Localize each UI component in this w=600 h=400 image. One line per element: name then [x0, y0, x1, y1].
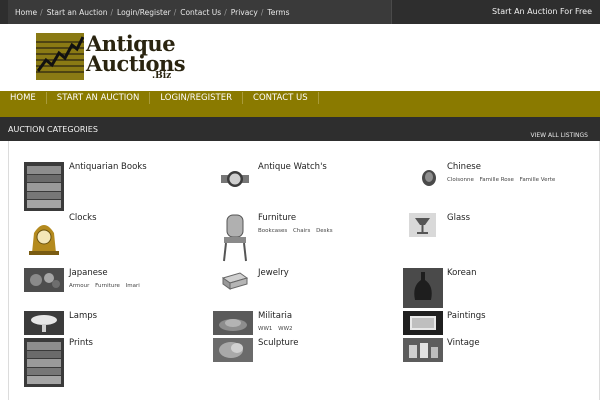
top-link-start-auction[interactable]: Start an Auction	[47, 8, 108, 17]
subcategory-link[interactable]: Furniture	[95, 283, 120, 289]
jewelry-icon	[220, 268, 250, 292]
start-auction-free-link[interactable]: Start An Auction For Free	[492, 0, 592, 24]
subcategory-link[interactable]: Famille Rose	[480, 177, 514, 183]
main-nav: HOME START AN AUCTION LOGIN/REGISTER CON…	[0, 91, 600, 117]
separator: /	[260, 7, 264, 17]
subcategory-link[interactable]: Desks	[316, 228, 333, 234]
nav-start-auction[interactable]: START AN AUCTION	[47, 92, 151, 104]
nav-contact-us[interactable]: CONTACT US	[243, 92, 319, 104]
separator: /	[173, 7, 177, 17]
vintage-icon	[403, 338, 443, 362]
separator: /	[40, 7, 43, 17]
category-name[interactable]: Clocks	[69, 213, 97, 223]
books-icon	[24, 162, 64, 211]
category-name[interactable]: Sculpture	[258, 338, 298, 348]
subcategory-link[interactable]: WW1	[258, 326, 272, 332]
category-name[interactable]: Glass	[447, 213, 470, 223]
category-name[interactable]: Militaria	[258, 311, 292, 321]
categories-header: AUCTION CATEGORIES VIEW ALL LISTINGS	[0, 117, 600, 141]
top-bar: Home / Start an Auction / Login/Register / …	[0, 0, 600, 24]
nav-home[interactable]: HOME	[0, 92, 47, 104]
subcategory-link[interactable]: Bookcases	[258, 228, 287, 234]
site-header: Antique Auctions .Biz	[0, 24, 600, 91]
category-name[interactable]: Lamps	[69, 311, 97, 321]
category-name[interactable]: Furniture	[258, 213, 296, 223]
korean-vase-icon	[403, 268, 443, 308]
sculpture-icon	[213, 338, 253, 362]
prints-icon	[24, 338, 64, 387]
category-name[interactable]: Chinese	[447, 162, 481, 172]
subcategories: Cloisonne Famille Rose Famille Verte	[447, 177, 559, 183]
separator: /	[224, 7, 227, 17]
logo-text-biz: .Biz	[152, 71, 172, 81]
top-link-home[interactable]: Home	[15, 8, 37, 17]
categories-panel: Antiquarian Books Antique Watch's Chines…	[8, 141, 600, 400]
category-name[interactable]: Japanese	[69, 268, 108, 278]
view-all-listings-link[interactable]: VIEW ALL LISTINGS	[530, 132, 588, 139]
top-link-privacy[interactable]: Privacy	[231, 8, 258, 17]
category-name[interactable]: Prints	[69, 338, 93, 348]
subcategory-link[interactable]: WW2	[278, 326, 292, 332]
lamp-icon	[24, 311, 64, 335]
subcategories: Bookcases Chairs Desks	[258, 228, 337, 234]
subcategory-link[interactable]: Cloisonne	[447, 177, 474, 183]
category-name[interactable]: Paintings	[447, 311, 486, 321]
subcategory-link[interactable]: Famille Verte	[520, 177, 556, 183]
top-link-contact[interactable]: Contact Us	[180, 8, 221, 17]
vase-icon	[409, 164, 439, 194]
subcategories: WW1 WW2	[258, 326, 297, 332]
top-link-login-register[interactable]: Login/Register	[117, 8, 171, 17]
japanese-icon	[24, 268, 64, 292]
separator: /	[110, 7, 114, 17]
watch-icon	[220, 164, 250, 194]
nav-login-register[interactable]: LOGIN/REGISTER	[150, 92, 244, 104]
category-name[interactable]: Jewelry	[258, 268, 289, 278]
militaria-icon	[213, 311, 253, 335]
logo-chart-icon[interactable]	[36, 33, 84, 80]
category-name[interactable]: Antique Watch's	[258, 162, 327, 172]
subcategory-link[interactable]: Chairs	[293, 228, 310, 234]
subcategories: Armour Furniture Imari	[69, 283, 144, 289]
categories-title: AUCTION CATEGORIES	[8, 125, 98, 134]
subcategory-link[interactable]: Imari	[126, 283, 140, 289]
chair-icon	[220, 213, 250, 263]
subcategory-link[interactable]: Armour	[69, 283, 89, 289]
top-link-terms[interactable]: Terms	[267, 8, 289, 17]
top-links: Home / Start an Auction / Login/Register / …	[8, 0, 392, 24]
category-name[interactable]: Vintage	[447, 338, 480, 348]
glass-icon	[409, 213, 436, 237]
category-name[interactable]: Korean	[447, 268, 476, 278]
painting-icon	[403, 311, 443, 335]
clock-icon	[24, 213, 64, 257]
category-name[interactable]: Antiquarian Books	[69, 162, 147, 172]
